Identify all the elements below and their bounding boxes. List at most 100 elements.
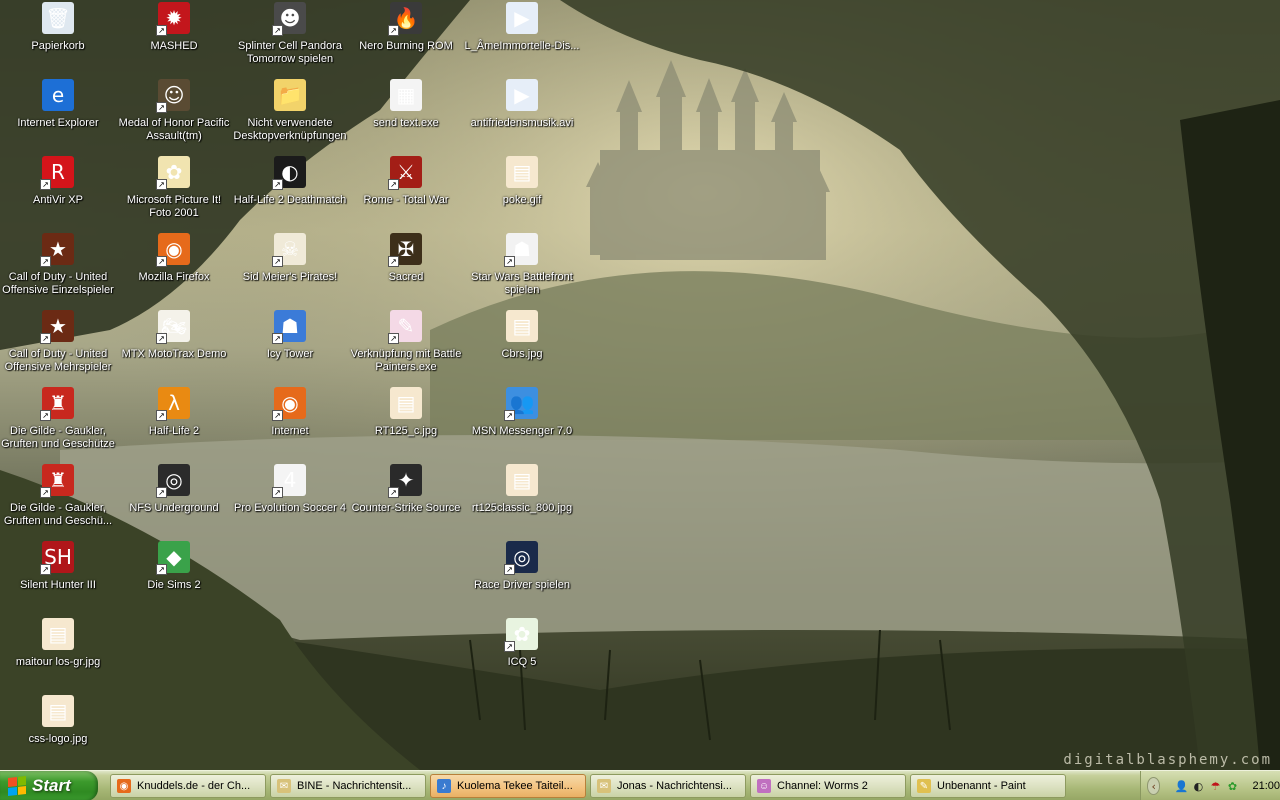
desktop-icon[interactable]: e Internet Explorer — [0, 79, 116, 151]
desktop-icon[interactable]: ☗ ↗ Star Wars Battlefront spielen — [464, 233, 580, 305]
steam-tray-icon[interactable]: ◐ — [1191, 779, 1205, 793]
desktop-icon-label: Splinter Cell Pandora Tomorrow spielen — [238, 40, 342, 65]
desktop-icon-label: send text.exe — [373, 117, 439, 129]
tray-chevron-left-icon[interactable]: ‹ — [1147, 777, 1161, 795]
shortcut-arrow-icon: ↗ — [156, 25, 167, 36]
desktop-icon-label: Half-Life 2 Deathmatch — [233, 194, 347, 206]
desktop-icon[interactable]: ★ ↗ Call of Duty - United Offensive Einzel… — [0, 233, 116, 305]
shortcut-arrow-icon: ↗ — [388, 487, 399, 498]
message-window-icon: ✉ — [277, 779, 291, 793]
medal-of-honor-icon: ☺ ↗ — [156, 79, 190, 113]
desktop-icon-label: Icy Tower — [266, 348, 314, 360]
desktop-icon[interactable]: ◐ ↗ Half-Life 2 Deathmatch — [232, 156, 348, 228]
shortcut-arrow-icon: ↗ — [272, 179, 283, 190]
desktop-icon-label: Mozilla Firefox — [138, 271, 210, 283]
shortcut-arrow-icon: ↗ — [388, 25, 399, 36]
desktop-icon[interactable]: ▶ antifriedensmusik.avi — [464, 79, 580, 151]
desktop-icon[interactable]: ✎ ↗ Verknüpfung mit Battle Painters.exe — [348, 310, 464, 382]
desktop-icon-label: Rome - Total War — [363, 194, 449, 206]
desktop-icon-label: MASHED — [150, 40, 198, 52]
desktop-icon[interactable]: 🗑 Papierkorb — [0, 2, 116, 74]
desktop-icon[interactable]: ♜ ↗ Die Gilde - Gaukler, Gruften und Gesch… — [0, 387, 116, 459]
desktop-icon[interactable]: ☠ ↗ Sid Meier's Pirates! — [232, 233, 348, 305]
desktop-icon-label: rt125classic_800.jpg — [471, 502, 573, 514]
shortcut-arrow-icon: ↗ — [156, 333, 167, 344]
icq-tray-icon[interactable]: ✿ — [1225, 779, 1239, 793]
desktop-icon[interactable]: ★ ↗ Call of Duty - United Offensive Mehrsp… — [0, 310, 116, 382]
image-file-icon: ▤ — [506, 464, 538, 496]
taskbar-button[interactable]: ♪ Kuolema Tekee Taiteil... — [430, 774, 586, 798]
msn-tray-icon[interactable]: 👤 — [1174, 779, 1189, 793]
desktop-icon[interactable]: ▤ RT125_c.jpg — [348, 387, 464, 459]
shortcut-arrow-icon: ↗ — [156, 410, 167, 421]
nero-icon: 🔥 ↗ — [388, 2, 422, 36]
shortcut-arrow-icon: ↗ — [504, 564, 515, 575]
mototrax-icon: 🏍 ↗ — [156, 310, 190, 344]
desktop-icon[interactable]: ☺ ↗ Medal of Honor Pacific Assault(tm) — [116, 79, 232, 151]
desktop-icon[interactable]: ◎ ↗ NFS Underground — [116, 464, 232, 536]
media-file-icon: ▶ — [506, 79, 538, 111]
desktop-icon-label: Silent Hunter III — [20, 579, 96, 591]
shortcut-arrow-icon: ↗ — [388, 179, 399, 190]
desktop-icon[interactable]: ▤ poke.gif — [464, 156, 580, 228]
desktop-icon[interactable]: 4 ↗ Pro Evolution Soccer 4 — [232, 464, 348, 536]
shortcut-arrow-icon: ↗ — [504, 641, 515, 652]
desktop-icon[interactable]: ☻ ↗ Splinter Cell Pandora Tomorrow spielen — [232, 2, 348, 74]
taskbar-button[interactable]: ◉ Knuddels.de - der Ch... — [110, 774, 266, 798]
desktop-icon-label: Counter-Strike Source — [351, 502, 461, 514]
silent-hunter-icon: SH ↗ — [40, 541, 74, 575]
taskbar-button[interactable]: ✎ Unbenannt - Paint — [910, 774, 1066, 798]
desktop-icon[interactable]: ◆ ↗ Die Sims 2 — [116, 541, 232, 613]
taskbar-button[interactable]: ✉ BINE - Nachrichtensit... — [270, 774, 426, 798]
desktop-icon[interactable]: ✠ ↗ Sacred — [348, 233, 464, 305]
battle-painters-icon: ✎ ↗ — [388, 310, 422, 344]
desktop-icon[interactable]: ✦ ↗ Counter-Strike Source — [348, 464, 464, 536]
desktop-icon[interactable]: ✿ ↗ ICQ 5 — [464, 618, 580, 690]
antivir-tray-icon[interactable]: ☂ — [1208, 779, 1222, 793]
pes4-icon: 4 ↗ — [272, 464, 306, 498]
shortcut-arrow-icon: ↗ — [40, 256, 51, 267]
steam-icon: ◐ ↗ — [272, 156, 306, 190]
shortcut-arrow-icon: ↗ — [388, 256, 399, 267]
half-life-icon: λ ↗ — [156, 387, 190, 421]
desktop-icon[interactable]: ▶ L_ÂmeImmortelle-Dis... — [464, 2, 580, 74]
start-button[interactable]: Start — [0, 771, 98, 800]
shortcut-arrow-icon: ↗ — [272, 333, 283, 344]
desktop-icon-label: Sid Meier's Pirates! — [242, 271, 338, 283]
firefox-icon: ◉ ↗ — [272, 387, 306, 421]
desktop-icon[interactable]: ▦ send text.exe — [348, 79, 464, 151]
taskbar-button-label: Channel: Worms 2 — [777, 780, 868, 792]
desktop-icon[interactable]: ◉ ↗ Internet — [232, 387, 348, 459]
shortcut-arrow-icon: ↗ — [156, 179, 167, 190]
desktop-icon-label: Cbrs.jpg — [501, 348, 543, 360]
desktop-icon[interactable]: ✿ ↗ Microsoft Picture It! Foto 2001 — [116, 156, 232, 228]
desktop-icon[interactable]: 👥 ↗ MSN Messenger 7.0 — [464, 387, 580, 459]
desktop-icon[interactable]: ▤ maitour los-gr.jpg — [0, 618, 116, 690]
desktop-icon[interactable]: 📁 Nicht verwendete Desktopverknüpfungen — [232, 79, 348, 151]
taskbar-button[interactable]: ✉ Jonas - Nachrichtensi... — [590, 774, 746, 798]
taskbar-button[interactable]: ☺ Channel: Worms 2 — [750, 774, 906, 798]
image-file-icon: ▤ — [42, 695, 74, 727]
desktop-icon[interactable]: SH ↗ Silent Hunter III — [0, 541, 116, 613]
desktop-icon[interactable]: ⚔ ↗ Rome - Total War — [348, 156, 464, 228]
desktop-icon[interactable]: 🏍 ↗ MTX MotoTrax Demo — [116, 310, 232, 382]
desktop-icon[interactable]: ♜ ↗ Die Gilde - Gaukler, Gruften und Gesch… — [0, 464, 116, 536]
desktop-icon[interactable]: 🔥 ↗ Nero Burning ROM — [348, 2, 464, 74]
desktop-icon[interactable]: ✹ ↗ MASHED — [116, 2, 232, 74]
tray-clock[interactable]: 21:00 — [1252, 780, 1280, 792]
mashed-icon: ✹ ↗ — [156, 2, 190, 36]
rome-total-war-icon: ⚔ ↗ — [388, 156, 422, 190]
media-file-icon: ▶ — [506, 2, 538, 34]
desktop-icon[interactable]: λ ↗ Half-Life 2 — [116, 387, 232, 459]
desktop-icon[interactable]: R ↗ AntiVir XP — [0, 156, 116, 228]
antivir-icon: R ↗ — [40, 156, 74, 190]
desktop-icon[interactable]: ◉ ↗ Mozilla Firefox — [116, 233, 232, 305]
message-window-icon: ✉ — [597, 779, 611, 793]
desktop-icon[interactable]: ▤ Cbrs.jpg — [464, 310, 580, 382]
desktop-icon[interactable]: ▤ css-logo.jpg — [0, 695, 116, 767]
call-of-duty-icon: ★ ↗ — [40, 233, 74, 267]
desktop-icon[interactable]: ☗ ↗ Icy Tower — [232, 310, 348, 382]
pirates-icon: ☠ ↗ — [272, 233, 306, 267]
desktop-icon[interactable]: ▤ rt125classic_800.jpg — [464, 464, 580, 536]
desktop-icon[interactable]: ◎ ↗ Race Driver spielen — [464, 541, 580, 613]
